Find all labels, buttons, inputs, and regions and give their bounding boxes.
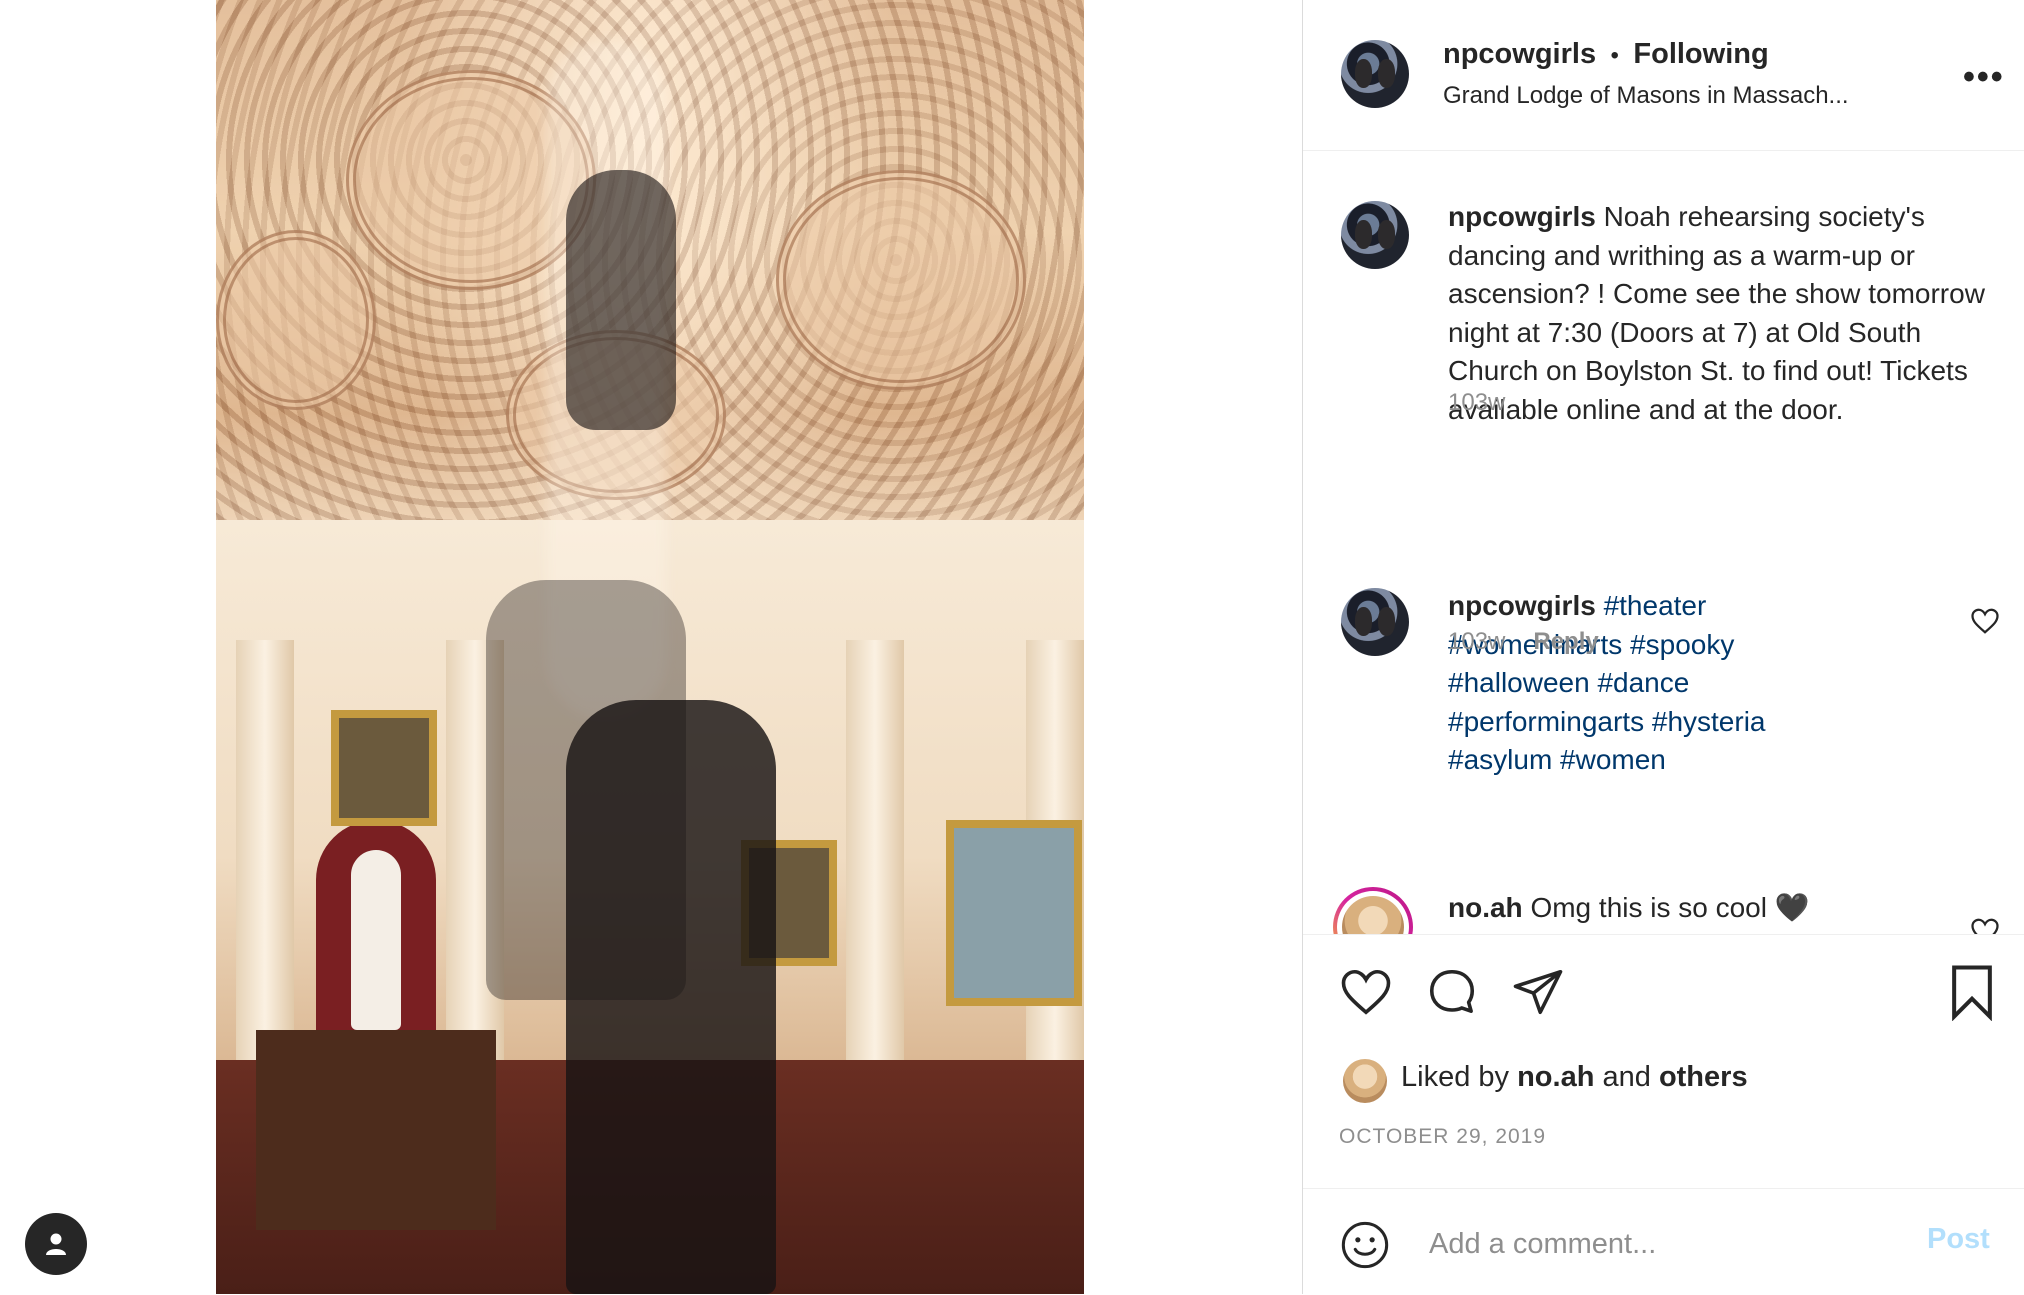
post-date[interactable]: OCTOBER 29, 2019 <box>1339 1125 1546 1149</box>
comment-age[interactable]: 103w <box>1448 389 1505 416</box>
dancer-upper <box>566 170 676 430</box>
hashtag-link[interactable]: #hysteria <box>1652 706 1766 737</box>
landscape-painting <box>946 820 1082 1006</box>
heart-icon[interactable] <box>1970 606 2000 636</box>
action-bar: Liked by no.ah and others OCTOBER 29, 20… <box>1303 934 2024 1189</box>
hashtag-link[interactable]: #performingarts <box>1448 706 1644 737</box>
hashtag-link[interactable]: #spooky <box>1630 629 1734 660</box>
bookmark-icon[interactable] <box>1945 963 1999 1021</box>
author-username[interactable]: npcowgirls <box>1443 38 1596 70</box>
ceiling-rosette <box>216 230 376 410</box>
hashtag-link[interactable]: #halloween <box>1448 667 1590 698</box>
column <box>236 640 294 1080</box>
likes-summary: Liked by no.ah and others <box>1401 1061 1748 1094</box>
more-options-button[interactable]: ••• <box>1963 60 2005 94</box>
post-sidebar: npcowgirls • Following Grand Lodge of Ma… <box>1302 0 2024 1294</box>
likes-prefix: Liked by <box>1401 1061 1510 1093</box>
hashtag-link[interactable]: #dance <box>1597 667 1689 698</box>
heart-icon[interactable] <box>1970 916 2000 934</box>
profile-button[interactable] <box>25 1213 87 1275</box>
post-photo[interactable] <box>216 0 1084 1294</box>
comment-username[interactable]: npcowgirls <box>1448 201 1596 232</box>
story-ring[interactable] <box>1333 887 1413 934</box>
following-button[interactable]: Following <box>1633 38 1768 70</box>
likes-conjunction: and <box>1602 1061 1651 1093</box>
comment-username[interactable]: npcowgirls <box>1448 590 1596 621</box>
hashtag-link[interactable]: #asylum <box>1448 744 1552 775</box>
comment-body: Omg this is so cool 🖤 <box>1530 892 1810 923</box>
comment-age[interactable]: 103w <box>1448 628 1505 655</box>
comment-avatar[interactable] <box>1341 588 1409 656</box>
author-avatar[interactable] <box>1341 40 1409 108</box>
post-header: npcowgirls • Following Grand Lodge of Ma… <box>1303 0 2024 151</box>
liker-username[interactable]: no.ah <box>1517 1061 1594 1093</box>
comment-username[interactable]: no.ah <box>1448 892 1523 923</box>
hashtag-comment: npcowgirls #theater #womeninarts #spooky… <box>1448 587 1868 780</box>
more-dots-icon: ••• <box>1963 58 2005 96</box>
separator-dot: • <box>1610 42 1619 69</box>
column <box>846 640 904 1080</box>
comment-meta: 103w Reply <box>1448 628 1599 656</box>
add-comment-bar: Post <box>1303 1188 2024 1295</box>
comment-body: Noah rehearsing society's dancing and wr… <box>1448 201 1985 425</box>
comment-bubble-icon[interactable] <box>1425 965 1479 1019</box>
comments-list[interactable]: npcowgirls Noah rehearsing society's dan… <box>1303 151 2024 934</box>
location-link[interactable]: Grand Lodge of Masons in Massach... <box>1443 82 1849 110</box>
heart-icon[interactable] <box>1339 965 1393 1019</box>
caption-comment: npcowgirls Noah rehearsing society's dan… <box>1448 198 1988 430</box>
hashtag-link[interactable]: #women <box>1560 744 1666 775</box>
comment-meta: 103w <box>1448 389 1505 417</box>
hashtag-link[interactable]: #theater <box>1604 590 1707 621</box>
likes-others-link[interactable]: others <box>1659 1061 1748 1093</box>
paper-plane-icon[interactable] <box>1511 965 1565 1019</box>
comment-input[interactable] <box>1427 1225 1891 1263</box>
dancer-main <box>566 700 776 1294</box>
portrait-painting <box>331 710 437 826</box>
statue <box>351 850 401 1030</box>
user-comment: no.ah Omg this is so cool 🖤 <box>1448 889 1988 928</box>
liker-avatar[interactable] <box>1343 1059 1387 1103</box>
reply-button[interactable]: Reply <box>1533 628 1598 655</box>
pulpit <box>256 1030 496 1230</box>
person-icon <box>46 1233 66 1255</box>
media-pane <box>0 0 1302 1294</box>
post-comment-button[interactable]: Post <box>1927 1223 1990 1256</box>
ceiling-rosette <box>776 170 1026 390</box>
comment-avatar[interactable] <box>1341 201 1409 269</box>
smiley-icon[interactable] <box>1339 1219 1391 1271</box>
author-line: npcowgirls • Following <box>1443 38 1769 71</box>
